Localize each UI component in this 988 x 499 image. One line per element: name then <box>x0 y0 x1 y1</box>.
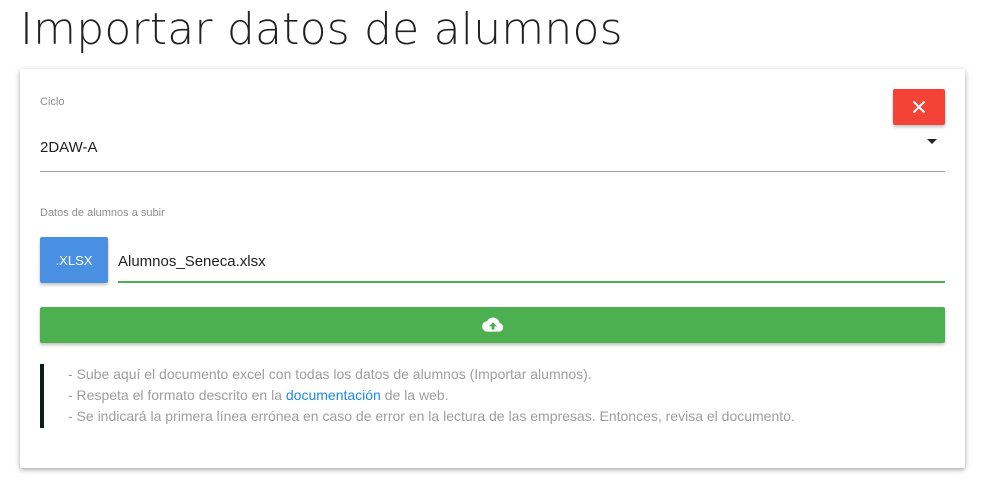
file-select-button-label: .XLSX <box>55 252 93 268</box>
help-notes: - Sube aquí el documento excel con todas… <box>40 364 795 428</box>
file-name-text: Alumnos_Seneca.xlsx <box>118 253 266 270</box>
note-line: - Respeta el formato descrito en la docu… <box>68 385 795 406</box>
upload-button[interactable] <box>40 307 945 343</box>
file-select-button[interactable]: .XLSX <box>40 237 108 283</box>
page-title: Importar datos de alumnos <box>20 4 623 55</box>
close-button[interactable] <box>893 89 945 125</box>
import-card: Ciclo 2DAW-A Datos de alumnos a subir .X… <box>20 69 965 468</box>
datos-label: Datos de alumnos a subir <box>40 207 165 219</box>
file-name-field[interactable]: Alumnos_Seneca.xlsx <box>118 237 945 283</box>
note-line: - Sube aquí el documento excel con todas… <box>68 366 592 382</box>
close-icon <box>913 101 925 113</box>
note-text: de la web. <box>380 387 449 403</box>
documentation-link[interactable]: documentación <box>286 387 381 403</box>
ciclo-select-value: 2DAW-A <box>40 139 98 156</box>
caret-down-icon <box>927 139 937 144</box>
ciclo-label: Ciclo <box>40 96 65 108</box>
note-line: - Se indicará la primera línea errónea e… <box>68 408 795 424</box>
cloud-upload-icon <box>481 317 503 332</box>
note-text: - Respeta el formato descrito en la <box>68 387 286 403</box>
ciclo-select[interactable]: 2DAW-A <box>40 117 945 172</box>
